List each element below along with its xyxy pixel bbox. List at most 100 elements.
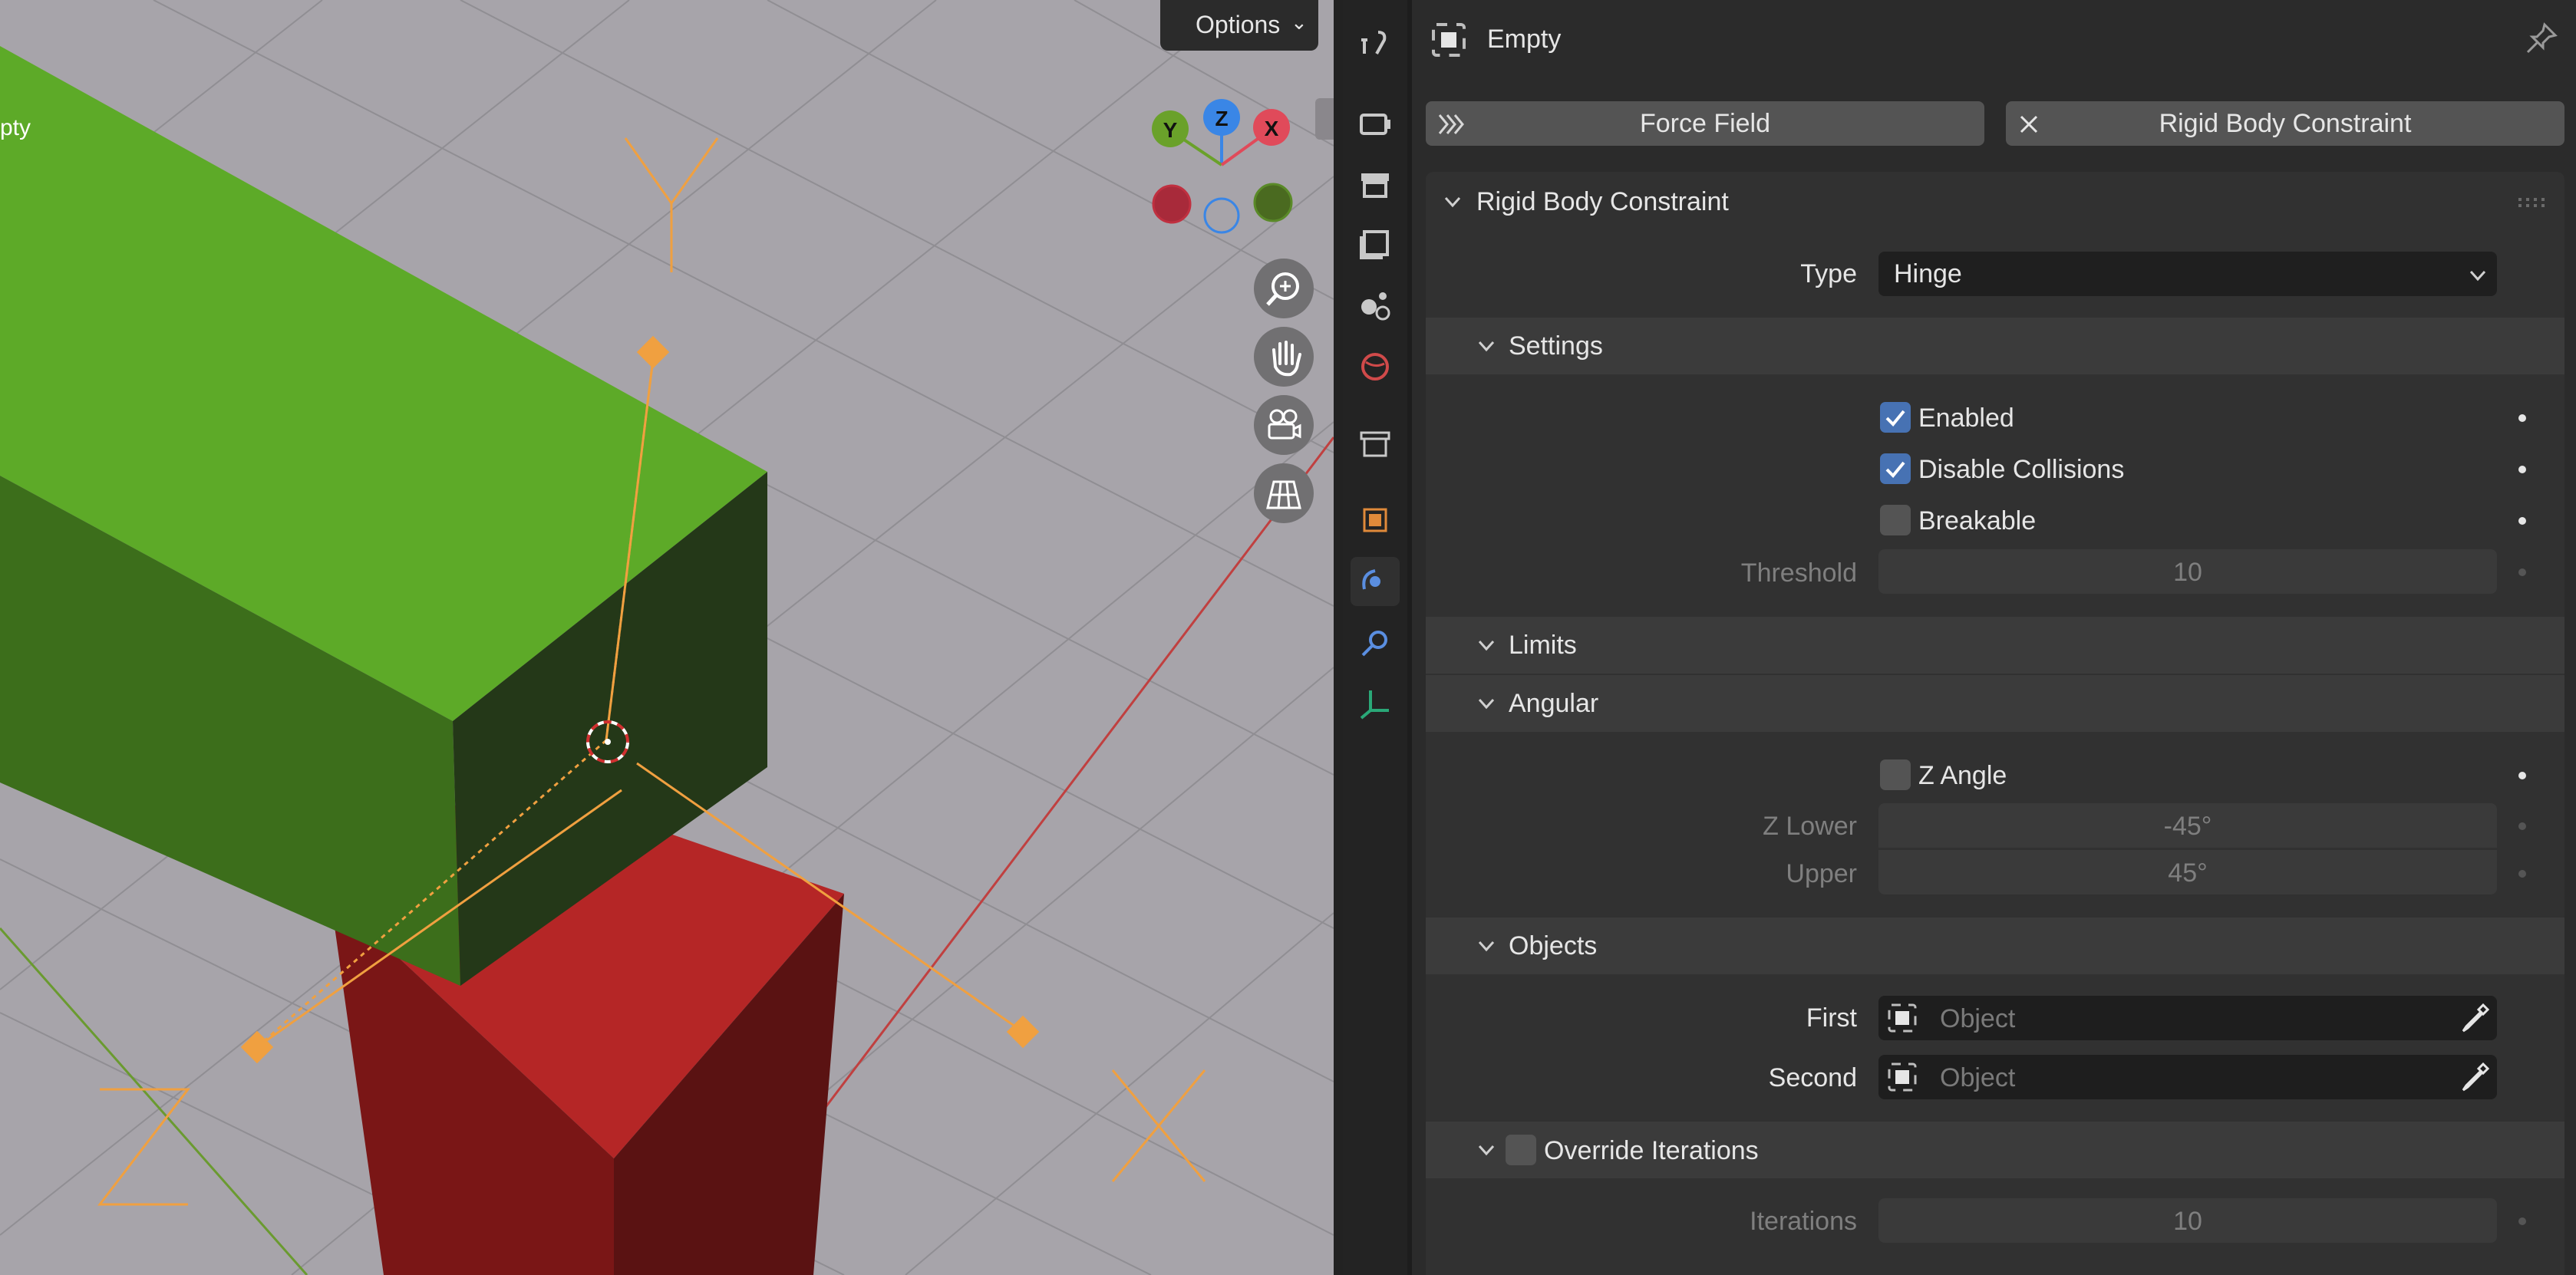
zoom-button[interactable] [1254,259,1314,318]
tab-tool[interactable] [1351,18,1400,68]
output-icon [1361,173,1389,198]
3d-viewport[interactable]: Z Y X pty Options ⌄ [0,0,1334,1275]
perspective-toggle-button[interactable] [1254,463,1314,523]
chevron-down-icon[interactable] [1476,1140,1496,1160]
eyedropper-icon[interactable] [2457,1000,2492,1036]
keyframe-dot[interactable] [2518,414,2526,422]
keyframe-dot[interactable] [2518,1217,2526,1225]
camera-icon [1268,409,1301,440]
sidebar-toggle[interactable] [1315,98,1334,140]
camera-view-button[interactable] [1254,395,1314,455]
physics-icon [1362,569,1380,590]
z-lower-label: Z Lower [1763,812,1857,841]
tab-render[interactable] [1351,98,1400,147]
gizmo-y-label: Y [1163,118,1178,142]
angular-title[interactable]: Angular [1509,689,1598,719]
drag-handle-icon[interactable] [2517,195,2548,210]
override-iterations-title[interactable]: Override Iterations [1544,1136,1759,1166]
type-label: Type [1800,259,1857,288]
panel-title[interactable]: Rigid Body Constraint [1476,187,1729,217]
options-label: Options [1196,11,1281,38]
second-object-field[interactable]: Object [1878,1055,2497,1099]
tab-output[interactable] [1351,160,1400,209]
grid-icon [1266,480,1301,509]
keyframe-dot[interactable] [2518,772,2526,779]
chevron-down-icon[interactable] [1443,192,1463,212]
green-cube[interactable] [0,46,767,986]
settings-title[interactable]: Settings [1509,331,1603,361]
chevron-down-icon[interactable] [1476,936,1496,956]
tab-collection[interactable] [1351,419,1400,468]
object-name: Empty [1487,25,1562,54]
upper-value: 45° [2168,858,2208,888]
hand-icon [1272,341,1301,377]
object-icon [1888,1062,1917,1092]
override-iterations-checkbox[interactable] [1506,1135,1536,1165]
zoom-icon [1266,272,1299,306]
tab-constraint[interactable] [1351,618,1400,667]
chevron-down-icon[interactable] [1476,635,1496,655]
object-icon [1888,1003,1917,1033]
pan-button[interactable] [1254,327,1314,387]
tool-icon [1361,31,1387,54]
breakable-label[interactable]: Breakable [1918,506,2036,536]
empty-object-icon [1432,23,1466,57]
keyframe-dot[interactable] [2518,517,2526,525]
type-dropdown[interactable]: Hinge [1878,252,2497,296]
chevron-down-icon: ⌄ [1291,11,1308,34]
first-object-field[interactable]: Object [1878,996,2497,1040]
tab-object[interactable] [1351,496,1400,545]
rigid-body-constraint-button[interactable]: Rigid Body Constraint [2006,101,2564,146]
rigid-body-constraint-label: Rigid Body Constraint [2159,109,2412,138]
gizmo-z-label: Z [1215,107,1228,130]
chevron-down-icon[interactable] [1476,336,1496,356]
breakable-checkbox[interactable] [1880,505,1911,535]
disable-collisions-label[interactable]: Disable Collisions [1918,455,2124,485]
force-field-button[interactable]: Force Field [1426,101,1984,146]
keyframe-dot[interactable] [2518,466,2526,473]
chevron-down-icon [2469,270,2486,282]
tab-world[interactable] [1351,342,1400,391]
z-lower-field[interactable]: -45° [1878,803,2497,848]
checkmark-icon [1885,410,1905,427]
force-field-label: Force Field [1639,109,1771,138]
properties-tab-bar [1343,0,1407,1275]
tab-data[interactable] [1351,680,1400,729]
pin-icon[interactable] [2525,21,2558,55]
enabled-label[interactable]: Enabled [1918,404,2014,433]
iterations-label: Iterations [1750,1207,1857,1236]
options-dropdown[interactable]: Options ⌄ [1160,0,1318,51]
iterations-field[interactable]: 10 [1878,1198,2497,1243]
enabled-checkbox[interactable] [1880,402,1911,433]
gizmo-x-label: X [1265,117,1279,140]
checkmark-icon [1885,461,1905,478]
tab-physics[interactable] [1351,557,1400,606]
z-angle-label[interactable]: Z Angle [1918,761,2007,791]
threshold-value: 10 [2173,558,2202,587]
type-value: Hinge [1894,259,1962,288]
disable-collisions-checkbox[interactable] [1880,453,1911,484]
objects-title[interactable]: Objects [1509,931,1597,961]
viewport-object-label: pty [0,115,31,140]
threshold-field[interactable]: 10 [1878,549,2497,594]
first-object-placeholder: Object [1940,1004,2016,1033]
limits-title[interactable]: Limits [1509,631,1577,661]
area-separator[interactable] [1334,0,1343,1275]
keyframe-dot[interactable] [2518,870,2526,878]
z-lower-value: -45° [2163,812,2212,841]
keyframe-dot[interactable] [2518,568,2526,576]
z-angle-checkbox[interactable] [1880,759,1911,790]
viewport-scene[interactable]: Z Y X [0,0,1334,1275]
limits-subpanel-header[interactable] [1426,617,2564,674]
tab-scene[interactable] [1351,281,1400,330]
upper-label: Upper [1786,859,1857,888]
upper-field[interactable]: 45° [1878,850,2497,894]
chevron-down-icon[interactable] [1476,694,1496,713]
collection-icon [1360,431,1390,457]
second-object-placeholder: Object [1940,1063,2016,1092]
keyframe-dot[interactable] [2518,822,2526,830]
y-axis-line [0,927,308,1275]
eyedropper-icon[interactable] [2457,1059,2492,1095]
render-icon [1360,114,1390,135]
tab-view-layer[interactable] [1351,219,1400,269]
